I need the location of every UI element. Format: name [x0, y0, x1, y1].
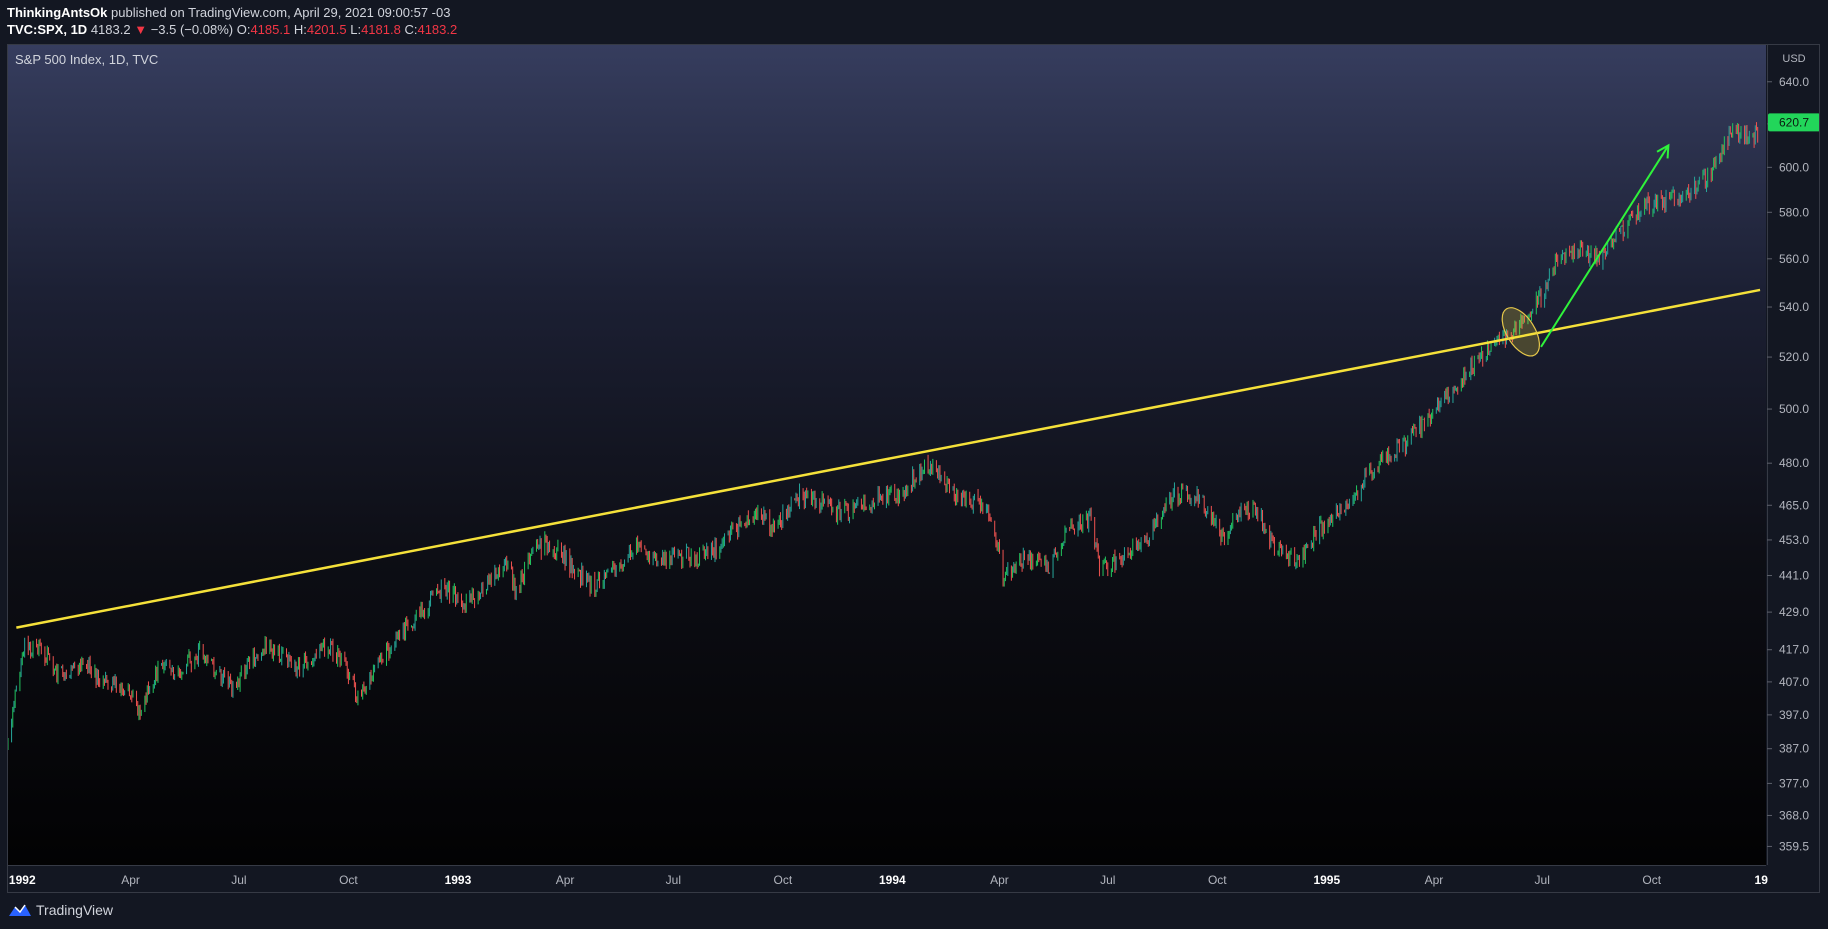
time-tick-label: Oct: [339, 873, 358, 887]
ohlc-line: TVC:SPX, 1D 4183.2 ▼ −3.5 (−0.08%) O:418…: [7, 22, 457, 37]
price-tick-label: 377.0: [1779, 776, 1809, 790]
time-tick-label: Jul: [1100, 873, 1115, 887]
time-tick-label: Oct: [1642, 873, 1661, 887]
symbol-label[interactable]: TVC:SPX, 1D: [7, 22, 87, 37]
price-tick-label: 540.0: [1779, 300, 1809, 314]
close-value: 4183.2: [417, 22, 458, 37]
time-tick-label: 1994: [879, 873, 906, 887]
time-tick-label: 1993: [445, 873, 472, 887]
price-chart[interactable]: 359.5 368.0 377.0 387.0 397.0 407.0 417.0 429.0…: [8, 45, 1820, 893]
footer: TradingView: [0, 893, 1828, 929]
author-name[interactable]: ThinkingAntsOk: [7, 5, 107, 20]
time-tick-label: 19: [1755, 873, 1769, 887]
tradingview-logo-icon: [9, 904, 31, 916]
price-tick-label: 580.0: [1779, 205, 1809, 219]
price-tick-label: 480.0: [1779, 456, 1809, 470]
low-value: 4181.8: [361, 22, 401, 37]
time-tick-label: Oct: [1208, 873, 1227, 887]
time-tick-label: Jul: [231, 873, 246, 887]
price-tick-label: 387.0: [1779, 742, 1809, 756]
time-tick-label: Apr: [1425, 873, 1444, 887]
price-tick-label: 520.0: [1779, 350, 1809, 364]
tradingview-brand[interactable]: TradingView: [8, 902, 113, 918]
price-tick-label: 600.0: [1779, 160, 1809, 174]
price-tick-label: 359.5: [1779, 839, 1809, 853]
open-label: O:: [236, 22, 251, 37]
price-tick-label: 429.0: [1779, 605, 1809, 619]
price-tick-label: 368.0: [1779, 808, 1809, 822]
price-change: −3.5 (−0.08%): [150, 22, 234, 37]
currency-label: USD: [1782, 53, 1805, 65]
trend-arrow-line: [1540, 144, 1670, 348]
price-tick-label: 441.0: [1779, 569, 1809, 583]
close-label: C:: [404, 22, 418, 37]
chart-frame[interactable]: 359.5 368.0 377.0 387.0 397.0 407.0 417.0 429.0…: [7, 44, 1820, 893]
brand-label: TradingView: [36, 902, 114, 918]
price-tick-label: 407.0: [1779, 675, 1809, 689]
chart-header: ThinkingAntsOk published on TradingView.…: [0, 0, 1828, 44]
low-label: L:: [350, 22, 362, 37]
time-tick-label: Apr: [556, 873, 575, 887]
trend-arrowhead: [1656, 143, 1670, 159]
time-tick-label: Jul: [1535, 873, 1550, 887]
price-tick-label: 640.0: [1779, 75, 1809, 89]
time-tick-label: Oct: [774, 873, 793, 887]
high-value: 4201.5: [306, 22, 347, 37]
high-label: H:: [293, 22, 307, 37]
down-triangle-icon: ▼: [134, 22, 148, 37]
price-tick-label: 465.0: [1779, 498, 1809, 512]
time-tick-label: 1995: [1313, 873, 1340, 887]
price-tick-label: 560.0: [1779, 252, 1809, 266]
open-value: 4185.1: [250, 22, 291, 37]
price-tick-label: 500.0: [1779, 402, 1809, 416]
publish-line: ThinkingAntsOk published on TradingView.…: [7, 5, 450, 20]
time-tick-label: 1992: [9, 873, 36, 887]
last-price-label: 620.7: [1779, 115, 1809, 129]
symbol-legend[interactable]: S&P 500 Index, 1D, TVC: [15, 52, 158, 67]
price-tick-label: 417.0: [1779, 643, 1809, 657]
time-tick-label: Jul: [666, 873, 681, 887]
last-price: 4183.2: [90, 22, 131, 37]
published-text: published on TradingView.com, April 29, …: [111, 5, 451, 20]
price-tick-label: 453.0: [1779, 533, 1809, 547]
price-tick-label: 397.0: [1779, 708, 1809, 722]
resistance-trendline: [16, 288, 1761, 629]
time-tick-label: Apr: [121, 873, 140, 887]
time-tick-label: Apr: [990, 873, 1009, 887]
